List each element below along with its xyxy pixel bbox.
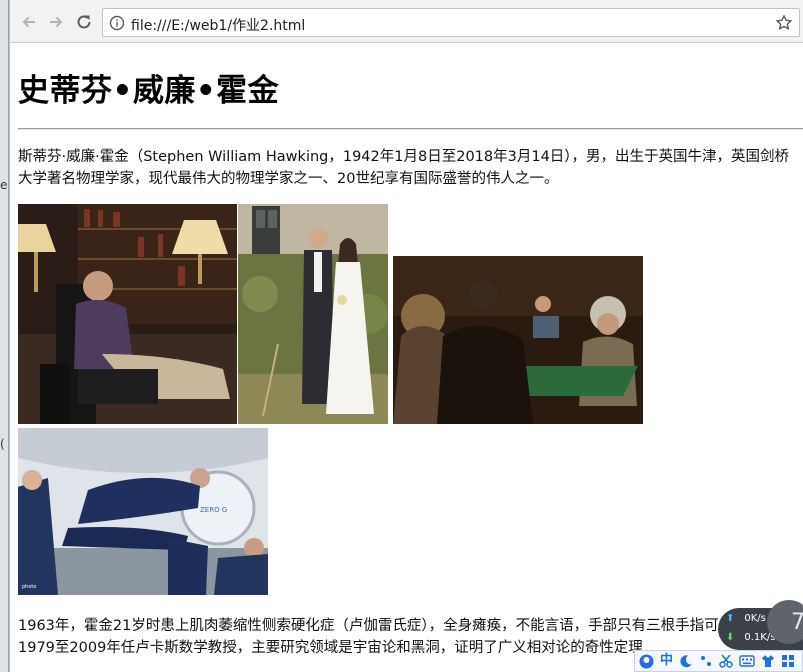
info-icon[interactable] [109, 15, 125, 31]
back-arrow-icon [22, 16, 35, 28]
download-speed-row: ⬇ 0.1K/s [726, 632, 775, 643]
horizontal-rule [18, 128, 803, 130]
address-bar[interactable]: file:///E:/web1/作业2.html [102, 8, 800, 37]
photo-card-game [393, 256, 643, 424]
upload-speed: 0K/s [744, 613, 766, 624]
moon-icon[interactable] [679, 654, 693, 668]
star-icon[interactable] [775, 14, 793, 32]
forward-button[interactable] [45, 11, 67, 33]
ime-toolbar[interactable]: 中 [634, 650, 803, 672]
back-button[interactable] [18, 11, 40, 33]
browser-toolbar: file:///E:/web1/作业2.html [10, 0, 803, 43]
download-arrow-icon: ⬇ [726, 632, 735, 643]
photo-wedding [238, 204, 388, 424]
grid-menu-icon[interactable] [781, 654, 795, 668]
forward-arrow-icon [50, 16, 63, 28]
keyboard-icon[interactable] [739, 654, 755, 668]
ime-logo-icon[interactable] [639, 654, 654, 669]
browser-window: file:///E:/web1/作业2.html 史蒂芬•威廉•霍金 斯蒂芬·威… [9, 0, 803, 672]
reload-button[interactable] [73, 11, 95, 33]
background-text-fragment: e [0, 178, 8, 192]
photo-wheelchair [18, 204, 237, 424]
background-window: e ( [0, 0, 9, 672]
url-text[interactable]: file:///E:/web1/作业2.html [131, 15, 305, 35]
scissors-icon[interactable] [719, 654, 733, 668]
reload-icon [77, 15, 91, 29]
svg-text:photo: photo [22, 584, 36, 590]
upload-arrow-icon: ⬆ [726, 613, 735, 624]
ime-mode-chinese[interactable]: 中 [660, 654, 673, 668]
network-speed-widget[interactable]: ⬆ 0K/s ⬇ 0.1K/s 7 [718, 600, 803, 650]
background-text-fragment: ( [0, 437, 5, 451]
shirt-icon[interactable] [761, 654, 775, 668]
svg-text:ZERO G: ZERO G [200, 506, 227, 514]
photo-zero-gravity: ZERO G photo [18, 428, 268, 595]
page-content: 史蒂芬•威廉•霍金 斯蒂芬·威廉·霍金（Stephen William Hawk… [18, 43, 803, 672]
upload-speed-row: ⬆ 0K/s [726, 613, 766, 624]
widget-badge[interactable]: 7 [767, 600, 803, 644]
page-title: 史蒂芬•威廉•霍金 [18, 73, 280, 109]
intro-paragraph: 斯蒂芬·威廉·霍金（Stephen William Hawking，1942年1… [18, 149, 790, 187]
punctuation-icon[interactable] [699, 654, 713, 668]
